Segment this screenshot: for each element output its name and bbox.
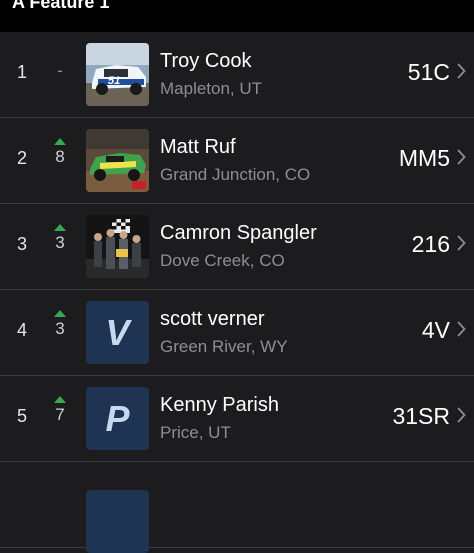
driver-name: scott verner xyxy=(160,308,265,330)
position-change-value: 7 xyxy=(55,405,65,424)
driver-name: Kenny Parish xyxy=(160,394,279,416)
finish-position: 1 xyxy=(16,62,27,82)
result-row[interactable] xyxy=(0,462,474,553)
driver-photo: 51 xyxy=(86,43,149,106)
result-row[interactable]: 3 3 Camron Spangler Dove Creek, CO 216 xyxy=(0,204,474,290)
position-change-value: 8 xyxy=(55,147,65,166)
position-change: - xyxy=(50,52,70,98)
race-title: A Feature 1 xyxy=(12,0,110,12)
driver-photo xyxy=(86,215,149,278)
driver-name: Troy Cook xyxy=(160,50,252,72)
svg-text:51: 51 xyxy=(108,75,120,87)
position-change: 8 xyxy=(50,138,70,184)
chevron-right-icon xyxy=(457,149,466,165)
finish-position: 3 xyxy=(16,234,27,254)
driver-location: Dove Creek, CO xyxy=(160,251,285,270)
chevron-right-icon xyxy=(457,407,466,423)
up-arrow-icon xyxy=(54,310,66,317)
position-change: 3 xyxy=(50,310,70,356)
avatar-letter: P xyxy=(105,397,130,439)
up-arrow-icon xyxy=(54,138,66,145)
chevron-right-icon xyxy=(457,235,466,251)
driver-avatar: P xyxy=(86,387,149,450)
car-number: MM5 xyxy=(398,145,450,171)
result-row[interactable]: 4 3 V scott verner Green River, WY 4V xyxy=(0,290,474,376)
car-number: 31SR xyxy=(392,403,450,429)
position-change: 3 xyxy=(50,224,70,270)
driver-name: Camron Spangler xyxy=(160,222,317,244)
driver-avatar xyxy=(86,490,149,553)
up-arrow-icon xyxy=(54,396,66,403)
result-row[interactable]: 1 - 51 Troy Cook Mapleton, UT 51C xyxy=(0,32,474,118)
result-row[interactable]: 2 8 Matt Ruf Grand Junction, CO MM5 xyxy=(0,118,474,204)
position-change-value: 3 xyxy=(55,233,65,252)
chevron-right-icon xyxy=(457,321,466,337)
car-number: 216 xyxy=(411,231,450,257)
car-number: 51C xyxy=(407,59,450,85)
driver-location: Price, UT xyxy=(160,423,231,442)
driver-avatar: V xyxy=(86,301,149,364)
results-header: A Feature 1 xyxy=(0,0,474,32)
driver-location: Mapleton, UT xyxy=(160,79,263,98)
position-change-value: 3 xyxy=(55,319,65,338)
finish-position: 4 xyxy=(16,320,27,340)
driver-location: Green River, WY xyxy=(160,337,288,356)
chevron-right-icon xyxy=(457,63,466,79)
position-change-value: - xyxy=(57,61,63,80)
avatar-letter: V xyxy=(105,311,130,353)
finish-position: 2 xyxy=(16,148,27,168)
up-arrow-icon xyxy=(54,224,66,231)
driver-name: Matt Ruf xyxy=(160,136,236,158)
finish-position: 5 xyxy=(16,406,27,426)
driver-location: Grand Junction, CO xyxy=(160,165,311,184)
result-row[interactable]: 5 7 P Kenny Parish Price, UT 31SR xyxy=(0,376,474,462)
position-change: 7 xyxy=(50,396,70,442)
car-number: 4V xyxy=(421,317,450,343)
driver-photo xyxy=(86,129,149,192)
